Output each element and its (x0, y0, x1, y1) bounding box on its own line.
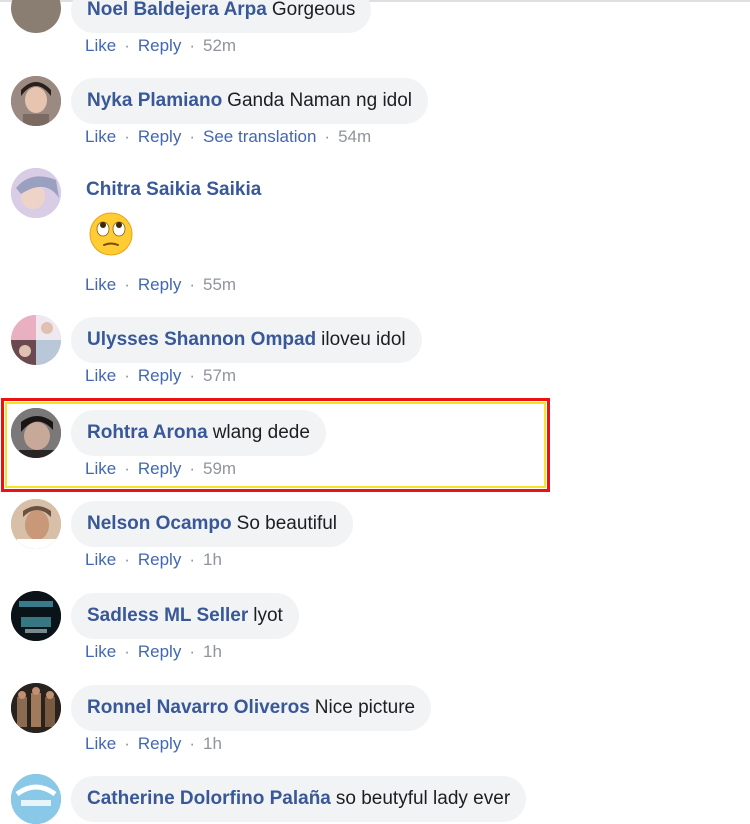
comment-author[interactable]: Ronnel Navarro Oliveros (87, 697, 310, 719)
comment-author[interactable]: Noel Baldejera Arpa (87, 0, 267, 21)
comment-actions: Like · Reply · 55m (85, 275, 236, 295)
separator-dot: · (189, 734, 195, 753)
avatar-image (11, 683, 61, 733)
comment-author[interactable]: Nelson Ocampo (87, 513, 232, 535)
comment-author[interactable]: Chitra Saikia Saikia (86, 179, 261, 200)
like-link[interactable]: Like (85, 127, 116, 147)
comment-bubble: Chitra Saikia Saikia (71, 179, 281, 201)
comment-actions: Like · Reply · 1h (85, 550, 222, 570)
comment-timestamp[interactable]: 54m (338, 127, 371, 147)
face-with-rolling-eyes-icon (88, 211, 134, 257)
avatar[interactable] (11, 408, 61, 458)
comment-timestamp[interactable]: 1h (203, 550, 222, 570)
like-link[interactable]: Like (85, 366, 116, 386)
comment-author[interactable]: Nyka Plamiano (87, 90, 222, 112)
comment-text: Nice picture (314, 697, 416, 718)
comment-actions: Like · Reply · See translation · 54m (85, 127, 371, 147)
separator-dot: · (189, 366, 195, 385)
avatar[interactable] (11, 315, 61, 365)
like-link[interactable]: Like (85, 459, 116, 479)
like-link[interactable]: Like (85, 36, 116, 56)
comment-text: iloveu idol (321, 329, 406, 350)
comment-actions: Like · Reply · 59m (85, 459, 236, 479)
separator-dot: · (124, 366, 130, 385)
separator-dot: · (189, 459, 195, 478)
comment-author[interactable]: Sadless ML Seller (87, 605, 248, 627)
comment-author[interactable]: Ulysses Shannon Ompad (87, 329, 316, 351)
comment-text: wlang dede (212, 422, 310, 443)
see-translation-link[interactable]: See translation (203, 127, 316, 147)
comment-bubble: Nelson Ocampo So beautiful (71, 501, 354, 547)
separator-dot: · (124, 550, 130, 569)
reply-link[interactable]: Reply (138, 550, 181, 570)
avatar-image (11, 76, 61, 126)
reply-link[interactable]: Reply (138, 127, 181, 147)
separator-dot: · (189, 127, 195, 146)
comment-bubble: Ulysses Shannon Ompad iloveu idol (71, 317, 422, 363)
comment-text: Ganda Naman ng idol (227, 90, 413, 111)
comment-bubble: Rohtra Arona wlang dede (71, 410, 326, 456)
avatar-image (11, 499, 61, 549)
comment-timestamp[interactable]: 57m (203, 366, 236, 386)
like-link[interactable]: Like (85, 642, 116, 662)
comment-timestamp[interactable]: 1h (203, 734, 222, 754)
like-link[interactable]: Like (85, 275, 116, 295)
separator-dot: · (124, 642, 130, 661)
like-link[interactable]: Like (85, 550, 116, 570)
comment-timestamp[interactable]: 1h (203, 642, 222, 662)
comment-author[interactable]: Rohtra Arona (87, 422, 208, 444)
separator-dot: · (124, 275, 130, 294)
comment-actions: Like · Reply · 57m (85, 366, 236, 386)
comment-text: so beutyful lady ever (335, 788, 511, 809)
avatar[interactable] (11, 168, 61, 218)
like-link[interactable]: Like (85, 734, 116, 754)
avatar-image (11, 408, 61, 458)
avatar[interactable] (11, 76, 61, 126)
reply-link[interactable]: Reply (138, 275, 181, 295)
avatar[interactable] (11, 591, 61, 641)
comment-timestamp[interactable]: 52m (203, 36, 236, 56)
comment-bubble: Catherine Dolorfino Palaña so beutyful l… (71, 776, 527, 822)
comment-bubble: Noel Baldejera Arpa Gorgeous (71, 0, 372, 33)
separator-dot: · (189, 550, 195, 569)
separator-dot: · (189, 642, 195, 661)
comment-actions: Like · Reply · 1h (85, 642, 222, 662)
comment-text: So beautiful (236, 513, 338, 534)
separator-dot: · (324, 127, 331, 146)
avatar-image (11, 315, 61, 365)
avatar[interactable] (11, 774, 61, 824)
reply-link[interactable]: Reply (138, 459, 181, 479)
comment-text: lyot (253, 605, 283, 626)
separator-dot: · (124, 459, 130, 478)
comment-actions: Like · Reply · 1h (85, 734, 222, 754)
avatar-image (11, 591, 61, 641)
comment-actions: Like · Reply · 52m (85, 36, 236, 56)
reply-link[interactable]: Reply (138, 642, 181, 662)
reply-link[interactable]: Reply (138, 734, 181, 754)
reply-link[interactable]: Reply (138, 36, 181, 56)
avatar[interactable] (11, 499, 61, 549)
avatar-image (11, 168, 61, 218)
comment-bubble: Nyka Plamiano Ganda Naman ng idol (71, 78, 429, 124)
avatar[interactable] (11, 683, 61, 733)
comment-bubble: Sadless ML Seller lyot (71, 593, 299, 639)
comment-author[interactable]: Catherine Dolorfino Palaña (87, 788, 331, 810)
reply-link[interactable]: Reply (138, 366, 181, 386)
separator-dot: · (124, 36, 130, 55)
avatar-image (11, 774, 61, 824)
separator-dot: · (189, 275, 195, 294)
avatar[interactable] (11, 0, 61, 33)
comment-text: Gorgeous (271, 0, 356, 20)
separator-dot: · (124, 734, 130, 753)
comment-timestamp[interactable]: 55m (203, 275, 236, 295)
comment-timestamp[interactable]: 59m (203, 459, 236, 479)
separator-dot: · (124, 127, 130, 146)
separator-dot: · (189, 36, 195, 55)
comment-bubble: Ronnel Navarro Oliveros Nice picture (71, 685, 432, 731)
